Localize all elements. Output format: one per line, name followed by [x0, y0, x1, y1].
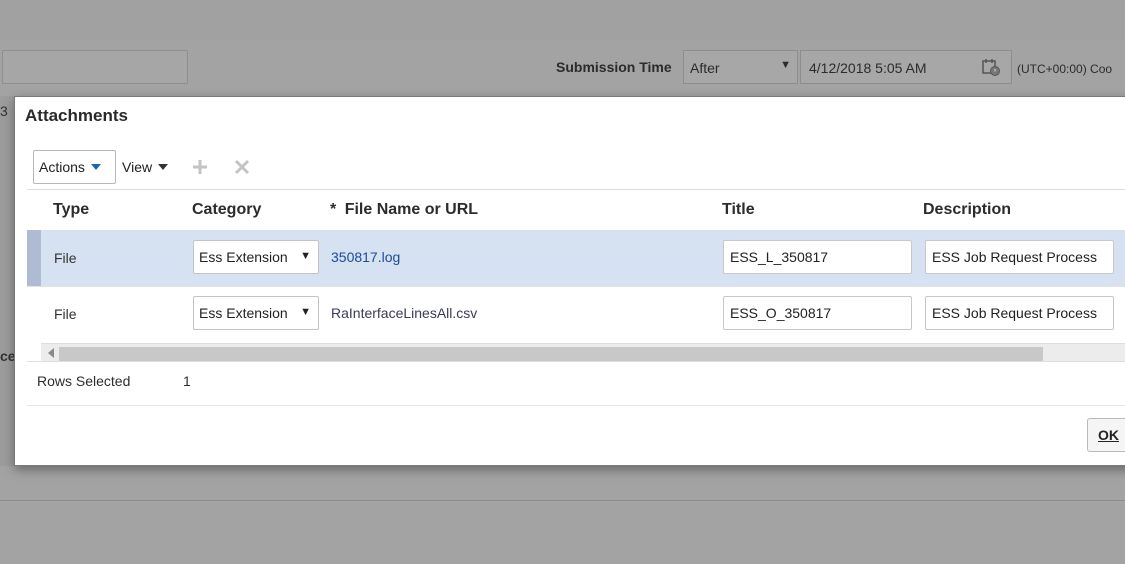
cell-type: File — [54, 250, 77, 266]
category-select[interactable]: Ess Extension ▼ — [193, 240, 319, 274]
attachments-table: Type Category * File Name or URL Title D… — [27, 189, 1125, 361]
file-name-link[interactable]: RaInterfaceLinesAll.csv — [331, 305, 477, 321]
timezone-text: (UTC+00:00) Coo — [1017, 62, 1113, 76]
table-row[interactable]: File Ess Extension ▼ 350817.log ESS_L_35… — [27, 230, 1125, 286]
horizontal-scrollbar[interactable] — [41, 343, 1125, 361]
file-name-link[interactable]: 350817.log — [331, 249, 400, 265]
background-input — [2, 50, 188, 84]
dropdown-arrow-icon: ▼ — [300, 306, 311, 318]
submission-time-select-value: After — [690, 60, 720, 76]
category-select[interactable]: Ess Extension ▼ — [193, 296, 319, 330]
calendar-clock-icon — [982, 59, 1000, 76]
dropdown-arrow-icon: ▼ — [780, 59, 791, 71]
category-select-value: Ess Extension — [199, 249, 288, 265]
description-input[interactable]: ESS Job Request Process — [925, 240, 1114, 274]
table-header: Type Category * File Name or URL Title D… — [27, 190, 1125, 230]
actions-arrow-icon — [90, 164, 101, 170]
dialog-toolbar: Actions View — [33, 150, 252, 184]
description-input[interactable]: ESS Job Request Process — [925, 296, 1114, 330]
rows-selected-count: 1 — [183, 373, 191, 389]
row-selection-indicator — [27, 230, 41, 286]
column-header-type: Type — [53, 201, 90, 218]
column-header-description: Description — [923, 201, 1012, 218]
rows-selected-label: Rows Selected — [37, 373, 131, 389]
delete-x-icon[interactable] — [232, 157, 252, 177]
footer-divider — [27, 361, 1125, 362]
submission-date-value: 4/12/2018 5:05 AM — [809, 60, 927, 76]
dropdown-arrow-icon: ▼ — [300, 250, 311, 262]
actions-menu-button[interactable]: Actions — [33, 150, 116, 184]
column-header-file-name: * File Name or URL — [330, 201, 478, 219]
submission-date-input: 4/12/2018 5:05 AM — [800, 50, 1012, 84]
category-select-value: Ess Extension — [199, 305, 288, 321]
background-divider — [0, 500, 1125, 501]
attachments-dialog: Attachments Actions View Type Category *… — [14, 96, 1125, 466]
title-input[interactable]: ESS_O_350817 — [723, 296, 912, 330]
view-arrow-icon — [158, 164, 169, 170]
cell-type: File — [54, 306, 77, 322]
column-header-title: Title — [722, 201, 755, 218]
scroll-left-icon[interactable] — [45, 347, 57, 359]
background-left-char: 3 — [0, 103, 8, 119]
title-input[interactable]: ESS_L_350817 — [723, 240, 912, 274]
footer-divider-bottom — [27, 405, 1125, 406]
view-menu-button[interactable]: View — [122, 150, 169, 184]
file-name-header-text: File Name or URL — [344, 201, 479, 218]
ok-label: OK — [1098, 427, 1119, 443]
submission-time-label: Submission Time — [556, 59, 672, 75]
actions-label: Actions — [39, 159, 85, 175]
column-header-category: Category — [192, 201, 262, 218]
background-left-strip — [0, 96, 14, 466]
background-header — [0, 0, 1125, 40]
required-marker: * — [330, 201, 337, 218]
submission-time-select: After ▼ — [683, 50, 798, 84]
dialog-title: Attachments — [25, 106, 128, 125]
ok-button[interactable]: OK — [1087, 418, 1125, 452]
scrollbar-thumb[interactable] — [59, 347, 1043, 361]
table-row[interactable]: File Ess Extension ▼ RaInterfaceLinesAll… — [27, 286, 1125, 342]
plus-icon[interactable] — [190, 157, 210, 177]
view-label: View — [122, 159, 153, 175]
